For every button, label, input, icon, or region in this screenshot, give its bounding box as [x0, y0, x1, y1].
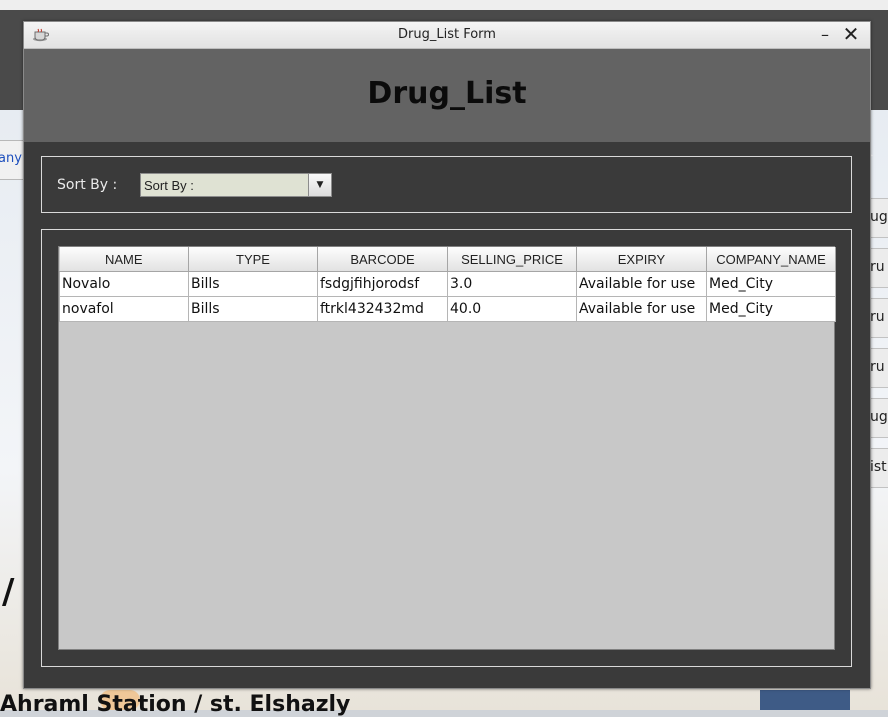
table-cell[interactable]: fsdgjfihjorodsf — [317, 271, 448, 297]
table-cell[interactable]: Novalo — [59, 271, 189, 297]
column-header-expiry[interactable]: EXPIRY — [576, 247, 707, 272]
chevron-down-icon[interactable]: ▼ — [308, 174, 331, 196]
background-tab[interactable]: any — [0, 140, 25, 180]
table-row[interactable]: novafol Bills ftrkl432432md 40.0 Availab… — [59, 296, 836, 322]
background-breadcrumb-separator: / — [2, 572, 15, 612]
window-titlebar[interactable]: Drug_List Form – ✕ — [24, 22, 870, 49]
column-header-name[interactable]: NAME — [59, 247, 189, 272]
table-cell[interactable]: Available for use — [576, 296, 707, 322]
sort-by-dropdown[interactable]: Sort By : ▼ — [140, 173, 332, 197]
drug-table-viewport[interactable]: NAME TYPE BARCODE SELLING_PRICE EXPIRY C… — [58, 246, 836, 650]
drug-list-dialog: Drug_List Form – ✕ Drug_List Sort By : S… — [23, 21, 871, 689]
table-header-row: NAME TYPE BARCODE SELLING_PRICE EXPIRY C… — [59, 247, 836, 272]
table-cell[interactable]: Med_City — [706, 271, 836, 297]
window-title: Drug_List Form — [398, 27, 496, 42]
table-cell[interactable]: novafol — [59, 296, 189, 322]
drug-table: NAME TYPE BARCODE SELLING_PRICE EXPIRY C… — [59, 247, 836, 322]
table-cell[interactable]: Med_City — [706, 296, 836, 322]
table-cell[interactable]: 40.0 — [447, 296, 577, 322]
header-band: Drug_List — [24, 49, 870, 142]
column-header-type[interactable]: TYPE — [188, 247, 318, 272]
column-header-selling-price[interactable]: SELLING_PRICE — [447, 247, 577, 272]
sort-by-selected-value: Sort By : — [144, 178, 194, 193]
column-header-barcode[interactable]: BARCODE — [317, 247, 448, 272]
sort-panel: Sort By : Sort By : ▼ — [41, 156, 852, 213]
page-title: Drug_List — [367, 76, 527, 111]
background-top-strip — [0, 0, 888, 10]
minimize-button[interactable]: – — [816, 25, 834, 45]
sort-label: Sort By : — [57, 177, 118, 193]
table-cell[interactable]: Bills — [188, 271, 318, 297]
table-row[interactable]: Novalo Bills fsdgjfihjorodsf 3.0 Availab… — [59, 271, 836, 297]
background-location-text: Ahraml Station / st. Elshazly — [0, 692, 351, 717]
background-image-fragment — [760, 690, 850, 710]
table-cell[interactable]: 3.0 — [447, 271, 577, 297]
table-cell[interactable]: Bills — [188, 296, 318, 322]
table-cell[interactable]: ftrkl432432md — [317, 296, 448, 322]
column-header-company-name[interactable]: COMPANY_NAME — [706, 247, 836, 272]
table-cell[interactable]: Available for use — [576, 271, 707, 297]
table-panel: NAME TYPE BARCODE SELLING_PRICE EXPIRY C… — [41, 229, 852, 667]
close-button[interactable]: ✕ — [840, 23, 862, 45]
